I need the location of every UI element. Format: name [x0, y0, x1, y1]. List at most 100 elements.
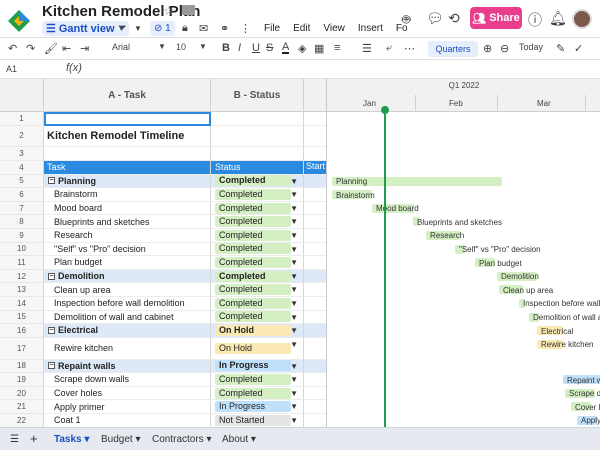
column-header-c[interactable] — [304, 79, 326, 112]
start-cell[interactable] — [304, 324, 326, 338]
task-cell[interactable]: Rewire kitchen — [44, 337, 211, 360]
task-cell[interactable]: Kitchen Remodel Timeline — [44, 125, 211, 148]
status-cell[interactable]: Completed ▼ — [211, 283, 304, 297]
start-cell[interactable] — [304, 359, 326, 374]
email-icon[interactable]: ✉ — [199, 21, 208, 36]
collapse-icon[interactable]: − — [48, 272, 55, 280]
table-row[interactable]: 6 Brainstorm Completed ▼ — [0, 188, 326, 202]
wrap-icon[interactable]: ≡ — [334, 42, 340, 54]
status-cell[interactable]: Completed ▼ — [211, 188, 304, 202]
table-row[interactable]: 18− Repaint walls In Progress ▼ — [0, 359, 326, 374]
align-left-icon[interactable]: ☰ — [362, 42, 372, 55]
menu-file[interactable]: File — [264, 23, 280, 34]
task-cell[interactable]: Scrape down walls — [44, 373, 211, 387]
status-cell[interactable]: Completed ▼ — [211, 256, 304, 270]
italic-icon[interactable]: I — [238, 42, 241, 54]
row-number[interactable]: 9 — [0, 228, 44, 243]
table-row[interactable]: 15 Demolition of wall and cabinet Complete… — [0, 310, 326, 325]
outdent-icon[interactable]: ⇤ — [62, 42, 71, 55]
task-cell[interactable]: "Self" vs "Pro" decision — [44, 242, 211, 257]
start-cell[interactable] — [304, 373, 326, 387]
timescale-select[interactable]: Quarters — [428, 41, 478, 57]
status-cell[interactable] — [211, 125, 304, 148]
chevron-down-icon[interactable]: ▼ — [290, 416, 298, 425]
chevron-down-icon[interactable]: ▼ — [290, 362, 298, 371]
function-icon[interactable]: f(x) — [66, 62, 82, 74]
status-cell[interactable]: In Progress ▼ — [211, 359, 304, 374]
status-cell[interactable]: Not Started ▼ — [211, 413, 304, 427]
document-title[interactable]: Kitchen Remodel Plan — [42, 3, 200, 20]
row-number[interactable]: 11 — [0, 256, 44, 270]
start-cell[interactable] — [304, 243, 326, 257]
share-button[interactable]: 👥︎ Share — [470, 7, 522, 29]
borders-icon[interactable]: ▦ — [314, 42, 324, 55]
task-cell[interactable]: Plan budget — [44, 256, 211, 270]
start-cell[interactable] — [304, 215, 326, 229]
chevron-down-icon[interactable]: ▼ — [199, 42, 207, 51]
today-button[interactable]: Today — [519, 42, 543, 52]
folder-icon[interactable] — [182, 5, 195, 15]
status-cell[interactable]: Completed ▼ — [211, 373, 304, 387]
font-size-select[interactable]: 10 — [176, 42, 186, 52]
chevron-down-icon[interactable]: ▼ — [290, 204, 298, 213]
app-logo-icon[interactable] — [6, 8, 32, 34]
task-cell[interactable]: Cover holes — [44, 386, 211, 401]
undo-icon[interactable]: ↶ — [8, 42, 17, 55]
task-cell[interactable]: Apply primer — [44, 400, 211, 414]
font-select[interactable]: Arial — [112, 42, 130, 52]
fill-color-icon[interactable]: ◈ — [298, 42, 306, 55]
start-cell[interactable] — [304, 414, 326, 427]
table-row[interactable]: 14 Inspection before wall demolition Compl… — [0, 296, 326, 311]
chevron-down-icon[interactable]: ▼ — [290, 272, 298, 281]
table-row[interactable]: 7 Mood board Completed ▼ — [0, 201, 326, 216]
bot-icon[interactable]: 🤖︎ — [402, 10, 410, 30]
status-cell[interactable]: Completed ▼ — [211, 296, 304, 311]
view-switcher[interactable]: ☰ Gantt view ▼ — [42, 21, 130, 36]
task-cell[interactable]: Coat 1 — [44, 413, 211, 427]
start-cell[interactable] — [304, 202, 326, 216]
underline-icon[interactable]: U — [252, 42, 260, 54]
start-cell[interactable] — [304, 112, 326, 126]
task-cell[interactable]: Research — [44, 228, 211, 243]
status-cell[interactable]: On Hold ▼ — [211, 324, 304, 338]
comment-icon[interactable]: 💬︎ — [426, 10, 444, 27]
cell-reference[interactable]: A1 — [6, 64, 17, 74]
row-number[interactable]: 20 — [0, 386, 44, 401]
table-row[interactable]: 4 Task Status Start — [0, 160, 326, 175]
collapse-icon[interactable]: − — [48, 177, 55, 185]
status-cell[interactable]: Completed ▼ — [211, 174, 304, 189]
status-cell[interactable]: Completed ▼ — [211, 386, 304, 401]
zoom-in-icon[interactable]: ⊕ — [483, 42, 492, 55]
avatar[interactable] — [572, 9, 592, 29]
task-cell[interactable]: Clean up area — [44, 283, 211, 297]
indent-icon[interactable]: ⇥ — [80, 42, 89, 55]
table-row[interactable]: 20 Cover holes Completed ▼ — [0, 386, 326, 401]
status-cell[interactable] — [211, 147, 304, 161]
start-cell[interactable]: Start — [304, 160, 326, 175]
status-cell[interactable]: Completed ▼ — [211, 228, 304, 243]
corner-cell[interactable] — [0, 79, 44, 112]
table-row[interactable]: 13 Clean up area Completed ▼ — [0, 283, 326, 297]
row-number[interactable]: 10 — [0, 242, 44, 257]
status-cell[interactable]: Completed ▼ — [211, 215, 304, 229]
chevron-down-icon[interactable]: ▼ — [290, 217, 298, 226]
table-row[interactable]: 21 Apply primer In Progress ▼ — [0, 400, 326, 414]
chevron-down-icon[interactable]: ▼ — [290, 340, 298, 349]
task-cell[interactable]: Inspection before wall demolition — [44, 296, 211, 311]
chevron-down-icon[interactable]: ▼ — [290, 285, 298, 294]
hidden-columns-button[interactable]: ⊘ 1 — [150, 21, 175, 36]
row-number[interactable]: 19 — [0, 373, 44, 387]
tab-about[interactable]: About ▾ — [222, 434, 256, 445]
start-cell[interactable] — [304, 269, 326, 284]
chevron-down-icon[interactable]: ▼ — [290, 389, 298, 398]
menu-insert[interactable]: Insert — [358, 23, 383, 34]
task-cell[interactable]: − Demolition — [44, 269, 211, 284]
start-cell[interactable] — [304, 338, 326, 360]
task-cell[interactable]: Task — [44, 160, 211, 175]
column-header-b[interactable]: B - Status — [211, 79, 304, 112]
chevron-down-icon[interactable]: ▼ — [290, 190, 298, 199]
status-cell[interactable]: Completed ▼ — [211, 269, 304, 284]
task-cell[interactable]: − Planning — [44, 174, 211, 189]
add-sheet-icon[interactable]: + — [30, 431, 38, 446]
text-color-icon[interactable]: A — [282, 42, 290, 54]
